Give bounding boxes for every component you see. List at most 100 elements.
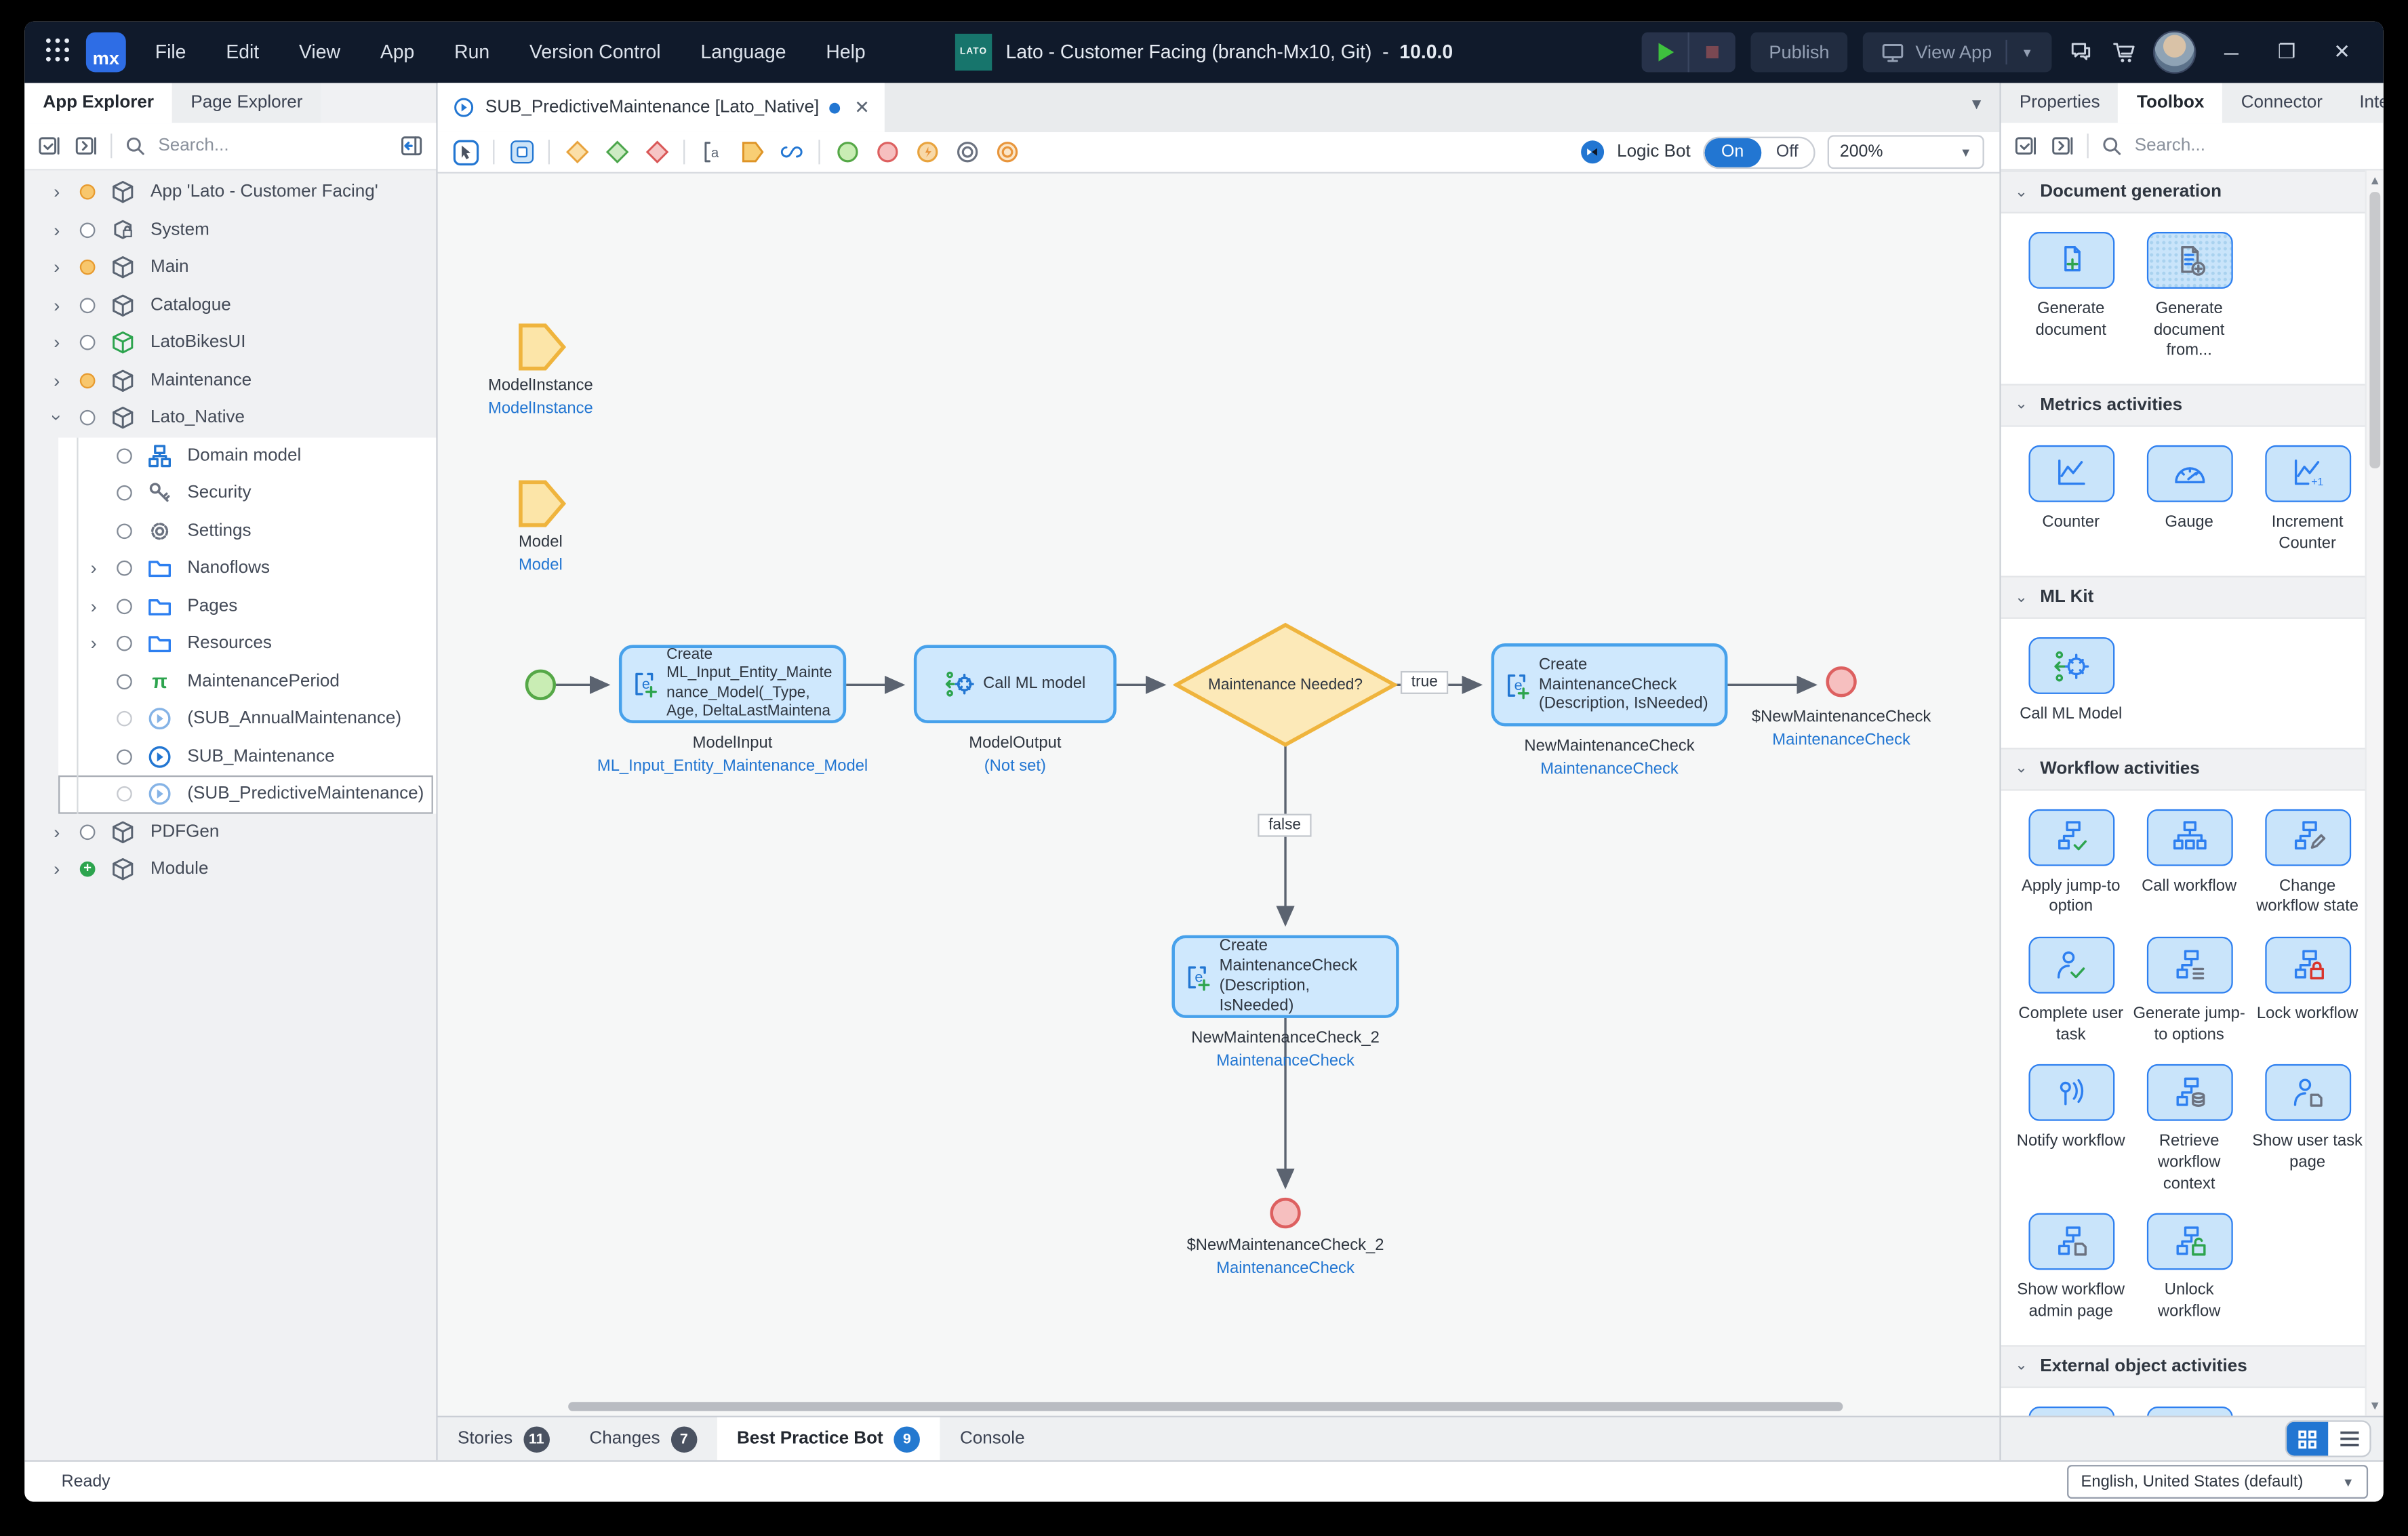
microflow-canvas[interactable]: ModelInstance ModelInstance Model Model e …: [437, 173, 2000, 1416]
tree-item-app[interactable]: › App 'Lato - Customer Facing': [24, 174, 436, 211]
toolbox-item-retrieve-workflow-context[interactable]: Retrieve workflow context: [2133, 1064, 2245, 1195]
scroll-thumb[interactable]: [2369, 192, 2381, 468]
close-tab-icon[interactable]: ✕: [854, 97, 870, 119]
toolbox-item-show-workflow-admin-page[interactable]: Show workflow admin page: [2015, 1213, 2127, 1322]
chevron-right-icon[interactable]: ›: [49, 219, 64, 241]
logic-bot-on[interactable]: On: [1704, 137, 1761, 167]
tree-item-maintenance[interactable]: › Maintenance: [24, 361, 436, 399]
logic-bot-off[interactable]: Off: [1761, 138, 1813, 167]
feedback-icon[interactable]: [2067, 39, 2095, 66]
menu-edit[interactable]: Edit: [206, 22, 279, 83]
toolbox-item-gauge[interactable]: Gauge: [2133, 445, 2245, 554]
decision-tool-icon[interactable]: [563, 139, 590, 165]
tab-connector[interactable]: Connector: [2222, 83, 2342, 123]
section-workflow-activities[interactable]: ⌄ Workflow activities: [2001, 747, 2365, 791]
scroll-up-icon[interactable]: ▲: [2367, 174, 2384, 187]
mendix-logo[interactable]: mx: [85, 32, 126, 73]
close-button[interactable]: ✕: [2322, 40, 2362, 64]
tree-item-settings[interactable]: ›Settings: [58, 512, 436, 549]
run-button[interactable]: [1641, 33, 1687, 73]
start-event-tool-icon[interactable]: [834, 139, 860, 165]
dock-tab-console[interactable]: Console: [940, 1417, 1045, 1460]
end-event-true[interactable]: [1826, 666, 1857, 698]
tree-item-pages[interactable]: › Pages: [58, 587, 436, 624]
chevron-right-icon[interactable]: ›: [49, 182, 64, 203]
tab-app-explorer[interactable]: App Explorer: [24, 83, 173, 123]
tree-item-sub-maintenance[interactable]: ›SUB_Maintenance: [58, 737, 436, 775]
tab-properties[interactable]: Properties: [2001, 83, 2119, 123]
marketplace-cart-icon[interactable]: [2110, 39, 2138, 66]
toolbox-item-notify-workflow[interactable]: Notify workflow: [2015, 1064, 2127, 1195]
publish-button[interactable]: Publish: [1750, 32, 1848, 73]
error-event-tool-icon[interactable]: [914, 139, 940, 165]
tab-page-explorer[interactable]: Page Explorer: [172, 83, 321, 123]
activity-create-maintenancecheck-2[interactable]: e Create MaintenanceCheck (Description, Is…: [1171, 935, 1399, 1018]
tree-item-lato-native[interactable]: › Lato_Native: [24, 399, 436, 437]
minimize-button[interactable]: ─: [2211, 41, 2251, 64]
dock-tab-best-practice-bot[interactable]: Best Practice Bot 9: [717, 1417, 940, 1461]
section-external-object-activities[interactable]: ⌄ External object activities: [2001, 1344, 2365, 1388]
restore-button[interactable]: ❐: [2267, 40, 2307, 64]
search-input[interactable]: Search...: [158, 137, 387, 155]
toolbox-item-apply-jump-to-option[interactable]: Apply jump-to option: [2015, 809, 2127, 918]
chevron-right-icon[interactable]: ›: [49, 294, 64, 316]
continue-event-tool-icon[interactable]: [994, 139, 1020, 165]
toolbox-item-send-external-object[interactable]: eSend external object: [2133, 1406, 2245, 1416]
menu-help[interactable]: Help: [806, 22, 885, 83]
tree-item-latobikesui[interactable]: › LatoBikesUI: [24, 324, 436, 361]
select-tool-icon[interactable]: [453, 139, 479, 165]
canvas-horizontal-scrollbar[interactable]: [438, 1400, 2000, 1413]
tab-toolbox[interactable]: Toolbox: [2118, 83, 2223, 123]
tree-item-nanoflows[interactable]: › Nanoflows: [58, 550, 436, 587]
break-event-tool-icon[interactable]: [954, 139, 980, 165]
toolbox-item-show-user-task-page[interactable]: Show user task page: [2251, 1064, 2363, 1195]
chevron-right-icon[interactable]: ›: [86, 558, 102, 580]
menu-language[interactable]: Language: [681, 22, 806, 83]
zoom-select[interactable]: 200% ▼: [1827, 135, 1984, 169]
toolbox-item-increment-counter[interactable]: +1 Increment Counter: [2251, 445, 2363, 554]
toolbox-item-lock-workflow[interactable]: Lock workflow: [2251, 937, 2363, 1046]
toolbox-item-call-workflow[interactable]: Call workflow: [2133, 809, 2245, 918]
edge-label-false[interactable]: false: [1258, 813, 1312, 837]
view-app-caret-icon[interactable]: ▼: [2021, 45, 2033, 59]
tree-item-sub-predictivemaintenance[interactable]: ›(SUB_PredictiveMaintenance): [58, 775, 433, 813]
tree-item-domain-model[interactable]: ›Domain model: [58, 437, 436, 474]
start-event[interactable]: [525, 669, 557, 700]
menu-file[interactable]: File: [135, 22, 206, 83]
toolbox-item-change-workflow-state[interactable]: Change workflow state: [2251, 809, 2363, 918]
edge-label-true[interactable]: true: [1400, 670, 1449, 694]
user-avatar[interactable]: [2152, 31, 2196, 74]
tab-list-caret-icon[interactable]: ▼: [1969, 97, 1984, 114]
language-select[interactable]: English, United States (default) ▼: [2067, 1465, 2369, 1499]
toolbox-item-generate-document-from[interactable]: Generate document from...: [2133, 232, 2245, 362]
collapse-panel-icon[interactable]: [399, 134, 424, 158]
list-view-button[interactable]: [2328, 1422, 2369, 1456]
toolbox-search-input[interactable]: Search...: [2135, 137, 2371, 155]
toolbox-item-counter[interactable]: Counter: [2015, 445, 2127, 554]
menu-view[interactable]: View: [279, 22, 361, 83]
activity-tool-icon[interactable]: [508, 139, 535, 165]
chevron-right-icon[interactable]: ›: [49, 821, 64, 843]
end-event-false[interactable]: [1270, 1197, 1301, 1229]
chevron-right-icon[interactable]: ›: [49, 859, 64, 881]
toolbox-item-generate-jump-to-options[interactable]: Generate jump-to options: [2133, 937, 2245, 1046]
logic-bot-toggle[interactable]: On Off: [1702, 136, 1815, 169]
dock-tab-stories[interactable]: Stories 11: [438, 1417, 569, 1460]
loop-tool-icon[interactable]: [779, 139, 805, 165]
tab-sub-predictivemaintenance[interactable]: SUB_PredictiveMaintenance [Lato_Native] …: [437, 83, 885, 132]
tree-item-resources[interactable]: › Resources: [58, 625, 436, 662]
section-ml-kit[interactable]: ⌄ ML Kit: [2001, 575, 2365, 620]
end-event-tool-icon[interactable]: [874, 139, 900, 165]
expand-all-icon[interactable]: [2013, 134, 2038, 158]
expand-selection-icon[interactable]: [37, 134, 61, 158]
parameter-modelinstance[interactable]: [517, 323, 567, 371]
view-app-button[interactable]: View App ▼: [1863, 32, 2052, 73]
activity-call-ml-model[interactable]: Call ML model: [913, 645, 1117, 723]
tree-item-module[interactable]: ›Module: [24, 851, 436, 888]
tree-item-security[interactable]: ›Security: [58, 474, 436, 512]
stop-button[interactable]: [1687, 32, 1735, 73]
chevron-down-icon[interactable]: ›: [46, 410, 68, 426]
tree-item-sub-annualmaintenance[interactable]: ›(SUB_AnnualMaintenance): [58, 700, 436, 737]
tab-integration[interactable]: Integration: [2341, 83, 2384, 123]
chevron-right-icon[interactable]: ›: [86, 595, 102, 617]
